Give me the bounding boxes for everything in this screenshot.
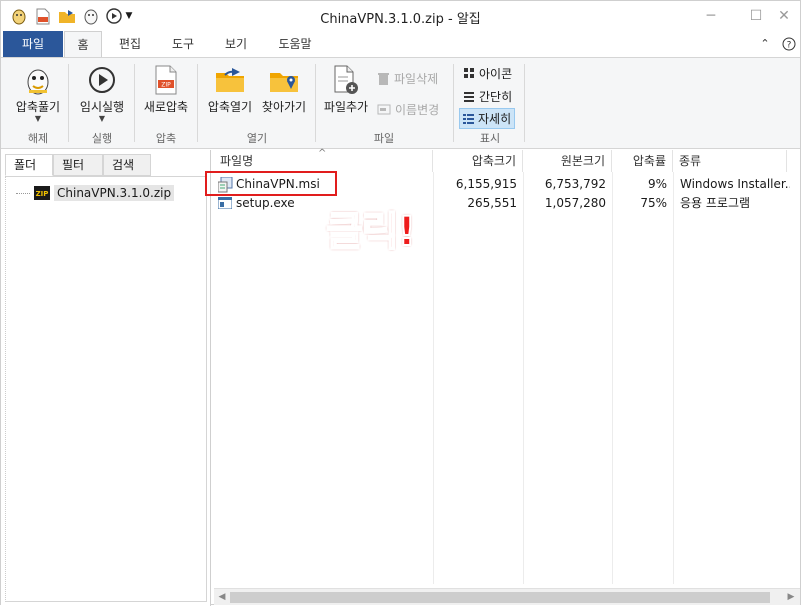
- new-zip-icon: ZIP: [150, 64, 182, 96]
- folder-pane: 폴더 필터 검색 ZIP ChinaVPN.3.1.0.zip: [1, 150, 211, 606]
- grid-icon: [464, 68, 474, 78]
- open-folder-arrow-icon: [214, 64, 246, 96]
- group-divider: [68, 64, 69, 142]
- tab-folder[interactable]: 폴더: [5, 154, 53, 176]
- add-file-button[interactable]: 파일추가: [319, 64, 373, 115]
- view-detail-button[interactable]: 자세히: [459, 108, 516, 129]
- tab-help[interactable]: 도움말: [269, 31, 321, 57]
- extract-icon: [22, 64, 54, 96]
- trash-icon: [378, 72, 389, 85]
- column-header-type[interactable]: 종류: [673, 150, 787, 172]
- group-label-extract: 해제: [27, 132, 49, 145]
- ribbon: 압축풀기 ▼ 해제 임시실행 ▼ 실행 ZIP 새로압축 압축 압축열기 찾아가…: [1, 57, 800, 149]
- group-divider: [197, 64, 198, 142]
- scroll-left-icon[interactable]: ◀: [215, 590, 229, 604]
- highlight-box: [205, 171, 337, 196]
- column-divider: [612, 172, 613, 584]
- tab-home[interactable]: 홈: [64, 31, 102, 58]
- group-divider: [315, 64, 316, 142]
- click-annotation: 클릭!: [325, 208, 417, 256]
- view-icon-button[interactable]: 아이콘: [461, 64, 515, 83]
- delete-file-button[interactable]: 파일삭제: [377, 70, 438, 87]
- group-label-file: 파일: [373, 132, 395, 145]
- svg-text:ZIP: ZIP: [161, 82, 171, 89]
- extract-button[interactable]: 압축풀기 ▼: [11, 64, 65, 123]
- table-row[interactable]: setup.exe 265,551 1,057,280 75% 응용 프로그램: [214, 194, 800, 213]
- sort-ascending-icon: ^: [318, 148, 327, 159]
- group-label-compress: 압축: [155, 132, 177, 145]
- file-list: 파일명 ^ 압축크기 원본크기 압축률 종류 ChinaVPN.msi 6,15…: [214, 148, 800, 606]
- group-divider: [524, 64, 525, 142]
- extract-dropdown-icon[interactable]: ▼: [35, 115, 41, 123]
- group-label-run: 실행: [91, 132, 113, 145]
- column-divider: [673, 172, 674, 584]
- file-type: Windows Installer...: [680, 177, 790, 191]
- maximize-button[interactable]: ☐: [745, 5, 767, 27]
- detail-list-icon: [463, 113, 474, 124]
- column-header-original[interactable]: 원본크기: [523, 150, 612, 172]
- close-button[interactable]: ✕: [773, 5, 795, 27]
- scroll-thumb[interactable]: [230, 592, 770, 603]
- svg-text:?: ?: [787, 41, 792, 51]
- file-packed-size: 265,551: [467, 196, 517, 210]
- title-bar: ▼ ChinaVPN.3.1.0.zip - 알집 ─ ☐ ✕: [1, 1, 800, 31]
- file-ratio: 75%: [640, 196, 667, 210]
- temp-run-button[interactable]: 임시실행 ▼: [73, 64, 131, 123]
- svg-text:ZIP: ZIP: [36, 190, 49, 198]
- collapse-ribbon-icon[interactable]: ⌃: [756, 31, 774, 57]
- group-divider: [453, 64, 454, 142]
- rename-icon: [377, 104, 391, 115]
- add-file-icon: [330, 64, 362, 96]
- open-archive-button[interactable]: 압축열기: [203, 64, 257, 115]
- column-header-ratio[interactable]: 압축률: [612, 150, 673, 172]
- horizontal-scrollbar[interactable]: ◀ ▶: [214, 588, 800, 605]
- help-icon[interactable]: ?: [779, 31, 799, 57]
- play-circle-icon: [86, 64, 118, 96]
- tree-item-archive[interactable]: ZIP ChinaVPN.3.1.0.zip: [16, 185, 175, 201]
- zip-archive-icon: ZIP: [34, 186, 50, 200]
- file-packed-size: 6,155,915: [455, 177, 517, 191]
- window-title: ChinaVPN.3.1.0.zip - 알집: [320, 12, 481, 27]
- tab-file[interactable]: 파일: [3, 31, 63, 57]
- folder-location-icon: [268, 64, 300, 96]
- list-icon: [464, 91, 474, 102]
- view-simple-button[interactable]: 간단히: [461, 87, 515, 106]
- tab-tools[interactable]: 도구: [164, 31, 202, 57]
- ribbon-tab-bar: 파일 홈 편집 도구 보기 도움말 ⌃ ?: [1, 31, 800, 58]
- run-dropdown-icon[interactable]: ▼: [99, 115, 105, 123]
- browse-button[interactable]: 찾아가기: [257, 64, 311, 115]
- column-divider: [433, 172, 434, 584]
- new-archive-button[interactable]: ZIP 새로압축: [139, 64, 193, 115]
- tab-search[interactable]: 검색: [103, 154, 151, 176]
- tab-filter[interactable]: 필터: [53, 154, 103, 176]
- file-type: 응용 프로그램: [680, 196, 751, 210]
- file-ratio: 9%: [647, 177, 667, 191]
- group-divider: [134, 64, 135, 142]
- minimize-button[interactable]: ─: [700, 5, 722, 27]
- column-divider: [523, 172, 524, 584]
- folder-tree: ZIP ChinaVPN.3.1.0.zip: [5, 176, 207, 602]
- scroll-right-icon[interactable]: ▶: [784, 590, 798, 604]
- exe-application-icon: [218, 194, 234, 213]
- group-label-open: 열기: [246, 132, 268, 145]
- group-label-display: 표시: [479, 132, 501, 145]
- tree-connector: [16, 192, 30, 194]
- app-window: ▼ ChinaVPN.3.1.0.zip - 알집 ─ ☐ ✕ 파일 홈 편집 …: [0, 0, 801, 606]
- file-original-size: 6,753,792: [544, 177, 606, 191]
- rename-button[interactable]: 이름변경: [377, 101, 439, 118]
- tab-edit[interactable]: 편집: [111, 31, 149, 57]
- tab-view[interactable]: 보기: [217, 31, 255, 57]
- file-original-size: 1,057,280: [544, 196, 606, 210]
- column-header-packed[interactable]: 압축크기: [433, 150, 523, 172]
